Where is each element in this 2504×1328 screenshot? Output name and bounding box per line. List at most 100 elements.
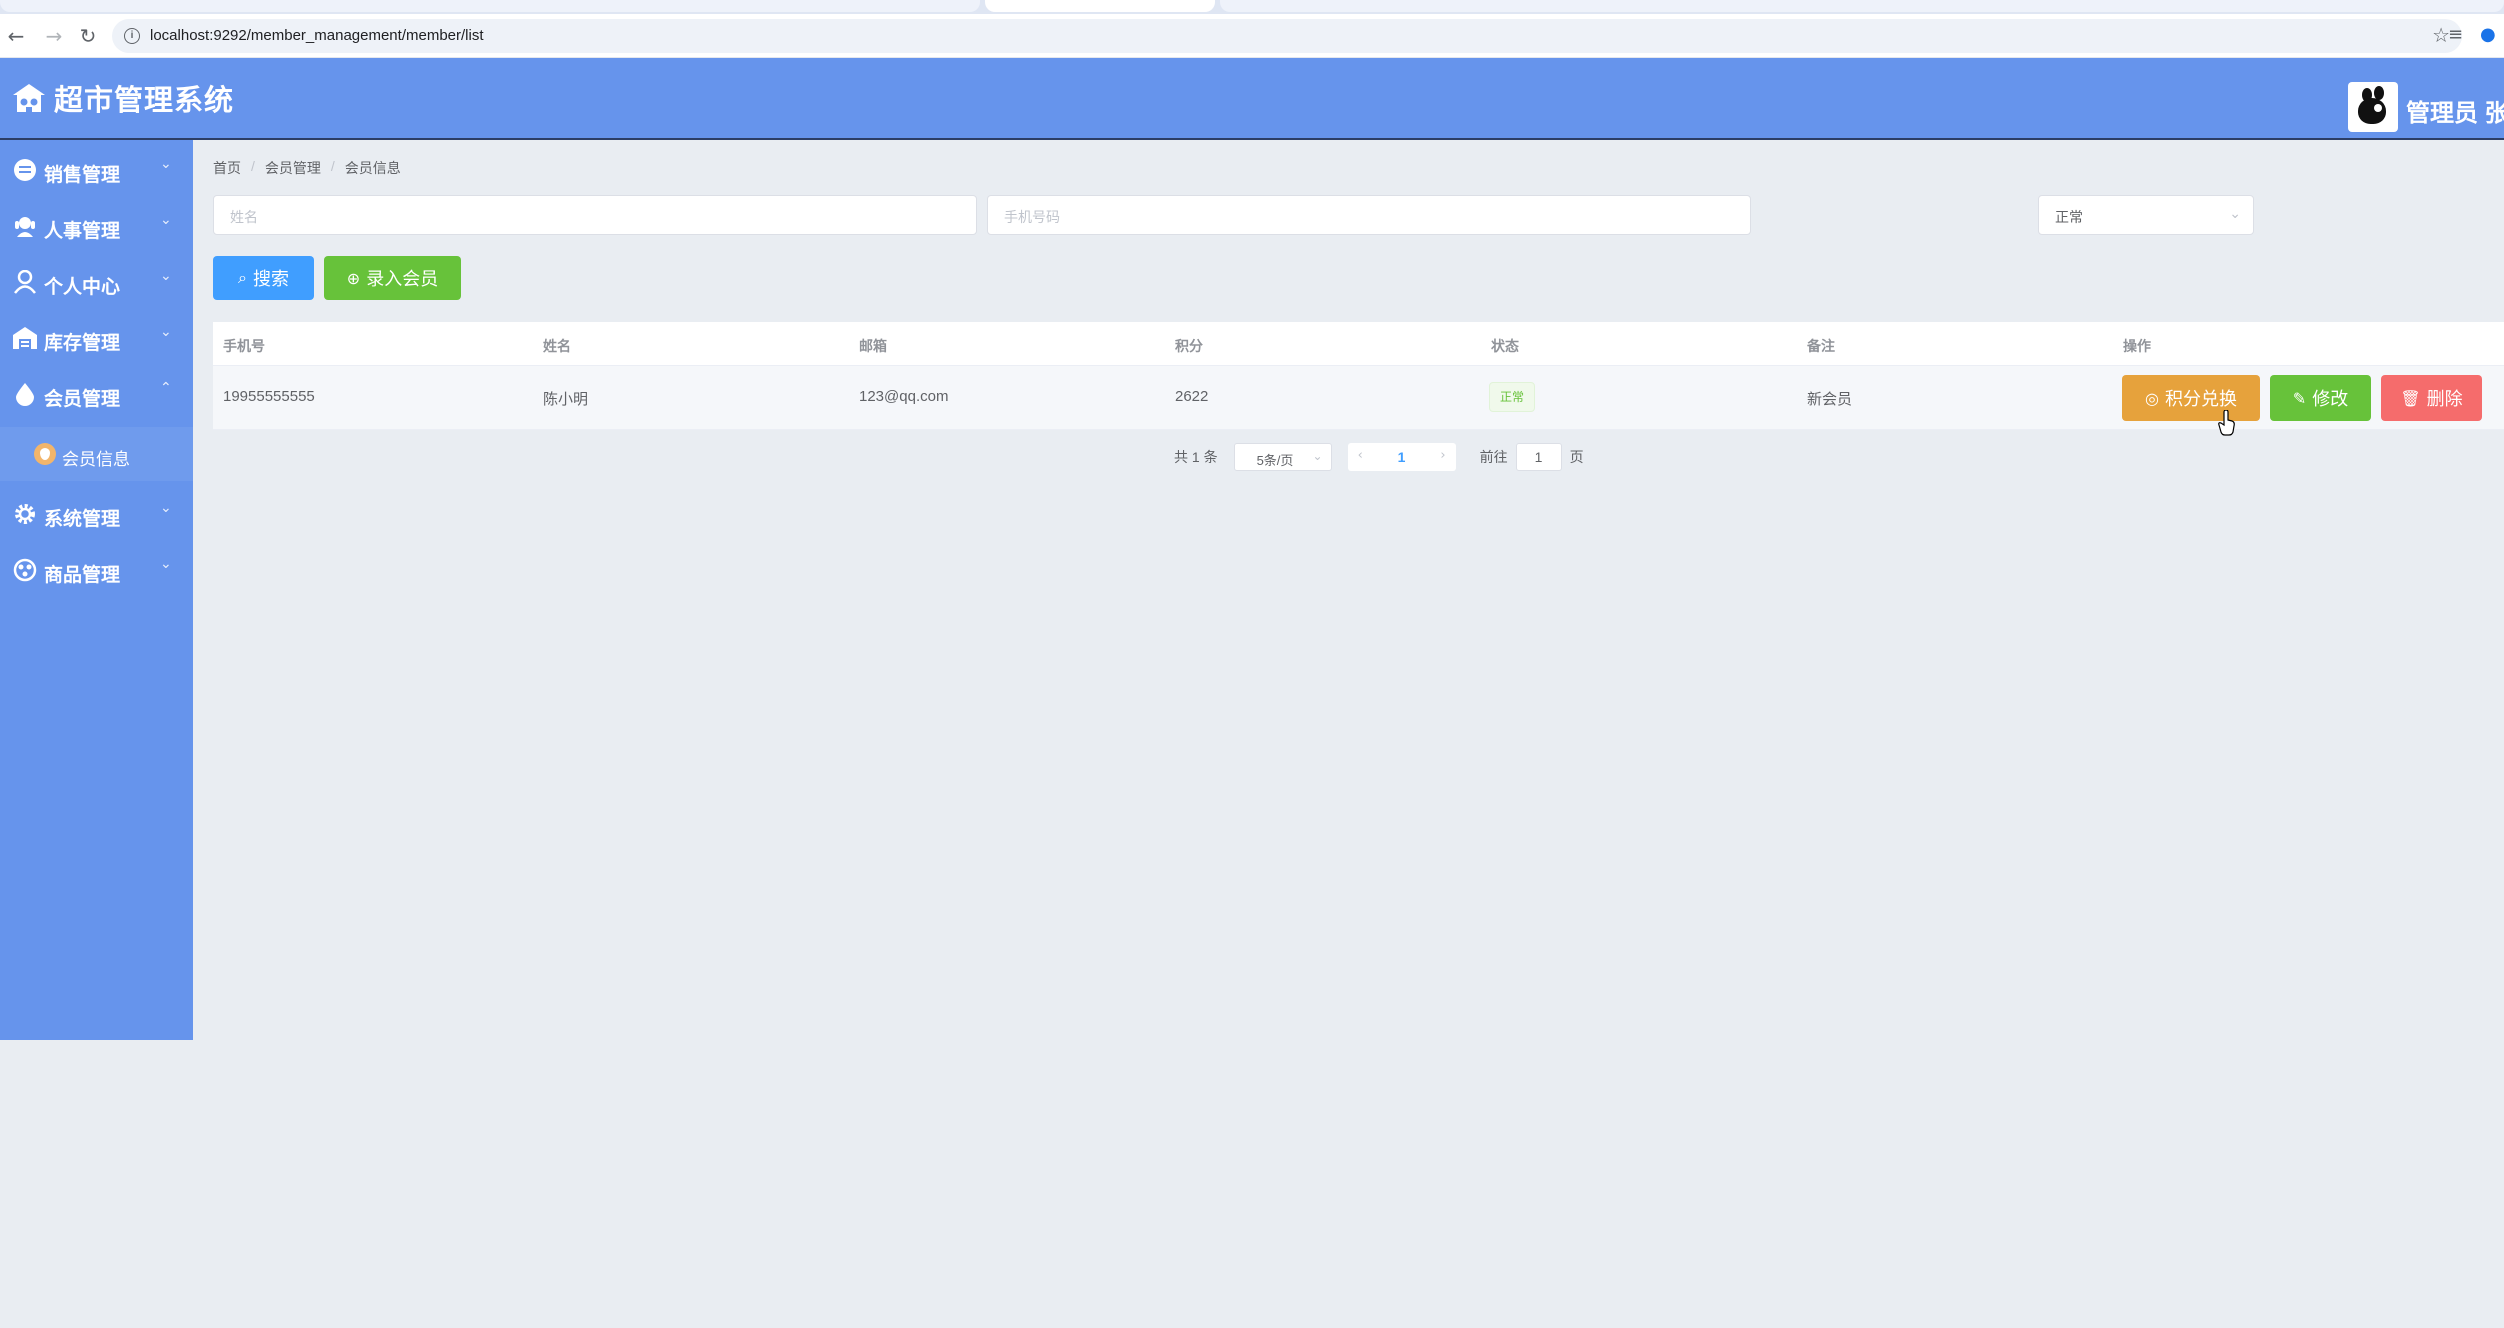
chevron-up-icon: ⌃ [160,380,172,396]
chevron-down-icon: ⌄ [160,156,172,172]
member-info-icon [34,443,56,465]
page-jumper: 前往 1 页 [1480,443,1584,471]
user-name[interactable]: 管理员 张 [2406,93,2504,132]
breadcrumb: 首页 / 会员管理 / 会员信息 [213,158,401,178]
hand-cursor-icon [2218,410,2235,436]
sales-icon [14,159,36,181]
user-area[interactable]: 管理员 张 [2348,72,2504,132]
app-title: 超市管理系统 [54,85,235,117]
redeem-points-button[interactable]: ◎ 积分兑换 [2122,375,2260,421]
status-badge: 正常 [1489,382,1536,412]
add-member-button[interactable]: ⊕ 录入会员 [324,256,461,300]
goto-suffix: 页 [1569,449,1584,465]
app-header: 超市管理系统 管理员 张 [0,58,2504,140]
goto-page-input[interactable]: 1 [1515,443,1562,471]
delete-button[interactable]: 🗑 删除 [2381,375,2482,421]
table-row[interactable]: 19955555555 陈小明 123@qq.com 2622 正常 新会员 ◎… [213,366,2504,430]
browser-toolbar: ← → ↻ i localhost:9292/member_management… [0,14,2504,58]
sidebar-subitem-member-info[interactable]: 会员信息 [0,427,193,481]
edit-button-label: 修改 [2312,389,2349,409]
column-header-name: 姓名 [543,338,571,354]
sidebar: 销售管理 ⌄ 人事管理 ⌄ 个人中心 ⌄ 库存管理 ⌄ 会员管理 ⌃ 会员信息 … [0,140,193,1040]
site-info-icon[interactable]: i [124,28,140,44]
delete-button-label: 删除 [2426,389,2463,409]
breadcrumb-current: 会员信息 [344,160,401,176]
pagination: 共 1 条 5条/页 ⌄ ‹ 1 › 前往 1 页 [1174,442,1584,472]
name-input-placeholder: 姓名 [230,209,258,225]
breadcrumb-separator: / [330,158,335,174]
sidebar-item-personnel[interactable]: 人事管理 ⌄ [0,196,193,252]
member-table: 手机号 姓名 邮箱 积分 状态 备注 操作 19955555555 陈小明 12… [213,322,2504,430]
search-icon: ⌕ [238,268,247,287]
sidebar-item-profile[interactable]: 个人中心 ⌄ [0,252,193,308]
column-header-actions: 操作 [2123,338,2151,354]
name-input[interactable]: 姓名 [213,195,977,235]
goods-icon [13,558,37,582]
sidebar-item-sales[interactable]: 销售管理 ⌄ [0,140,193,196]
address-bar[interactable]: i localhost:9292/member_management/membe… [112,19,2462,53]
chevron-down-icon: ⌄ [2229,206,2241,222]
cell-name: 陈小明 [543,391,589,408]
pager: ‹ 1 › [1347,443,1456,471]
sidebar-item-label: 商品管理 [44,565,121,586]
warehouse-icon [13,327,37,349]
table-header: 手机号 姓名 邮箱 积分 状态 备注 操作 [213,322,2504,366]
edit-button[interactable]: ✎ 修改 [2270,375,2371,421]
sidebar-item-label: 系统管理 [44,509,121,530]
sidebar-item-label: 人事管理 [44,221,121,242]
column-header-phone: 手机号 [223,338,265,354]
pagination-total: 共 1 条 [1174,449,1218,465]
status-select[interactable]: 正常 ⌄ [2038,195,2254,235]
brand: 超市管理系统 [12,80,235,117]
avatar[interactable] [2348,82,2398,132]
profile-icon[interactable]: ● [2480,24,2496,45]
chevron-down-icon: ⌄ [160,500,172,516]
sidebar-item-label: 库存管理 [44,333,121,354]
status-select-value: 正常 [2055,209,2083,225]
column-header-points: 积分 [1175,338,1203,354]
browser-tab-active[interactable] [985,0,1215,12]
breadcrumb-member-management[interactable]: 会员管理 [265,158,321,178]
sidebar-item-goods[interactable]: 商品管理 ⌄ [0,540,193,596]
cell-phone: 19955555555 [223,388,315,405]
prev-page-icon[interactable]: ‹ [1358,448,1363,463]
back-icon[interactable]: ← [4,24,28,48]
user-icon [14,270,36,294]
phone-input-placeholder: 手机号码 [1004,209,1060,225]
search-button[interactable]: ⌕ 搜索 [213,256,314,300]
gear-icon [15,504,35,524]
cell-email: 123@qq.com [859,388,949,405]
browser-tabstrip [0,0,2504,14]
sidebar-item-system[interactable]: 系统管理 ⌄ [0,484,193,540]
next-page-icon[interactable]: › [1440,448,1445,463]
sidebar-subitem-label: 会员信息 [62,450,130,469]
chevron-down-icon: ⌄ [160,324,172,340]
chevron-down-icon: ⌄ [160,556,172,572]
sidebar-item-label: 会员管理 [44,389,121,410]
browser-tab[interactable] [0,0,980,12]
browser-tab[interactable] [1220,0,2504,12]
breadcrumb-home[interactable]: 首页 [213,158,241,178]
sidebar-item-inventory[interactable]: 库存管理 ⌄ [0,308,193,364]
edit-icon: ✎ [2292,388,2307,408]
forward-icon[interactable]: → [42,24,66,48]
redeem-icon: ◎ [2145,388,2159,408]
media-control-icon[interactable]: ≡ [2448,24,2463,45]
store-icon [13,84,45,112]
cell-note: 新会员 [1807,391,1853,408]
page-size-select[interactable]: 5条/页 ⌄ [1233,443,1332,471]
reload-icon[interactable]: ↻ [76,24,100,48]
sidebar-item-label: 销售管理 [44,165,121,186]
breadcrumb-separator: / [251,158,255,174]
phone-input[interactable]: 手机号码 [987,195,1751,235]
sidebar-item-label: 个人中心 [44,277,121,298]
member-drop-icon [16,383,34,406]
goto-prefix: 前往 [1479,449,1508,465]
search-button-label: 搜索 [252,269,289,289]
page-number-current[interactable]: 1 [1398,449,1406,465]
add-member-button-label: 录入会员 [366,269,439,289]
column-header-email: 邮箱 [859,338,887,354]
address-url[interactable]: localhost:9292/member_management/member/… [150,27,484,44]
sidebar-item-member[interactable]: 会员管理 ⌃ [0,364,193,420]
plus-circle-icon: ⊕ [346,268,361,288]
